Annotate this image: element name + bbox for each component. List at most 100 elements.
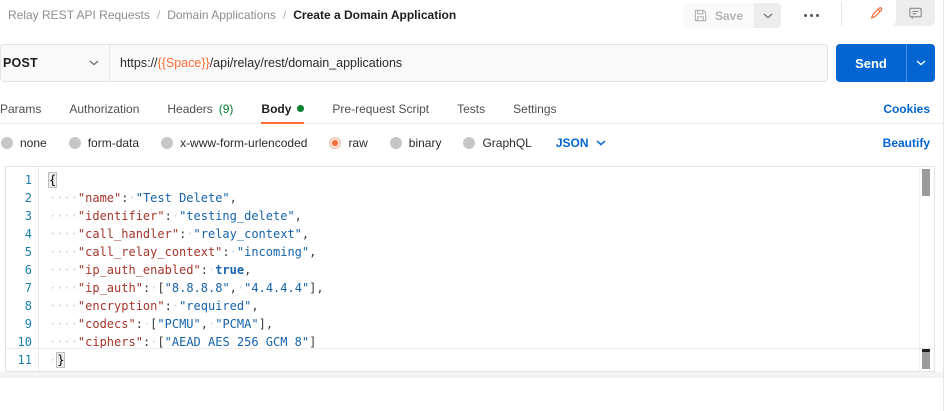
code-line[interactable]: ····"codecs":·["PCMU",·"PCMA"], (49, 315, 918, 333)
breadcrumb-item[interactable]: Domain Applications (167, 8, 276, 22)
more-options-icon (804, 14, 807, 17)
body-mode-label: x-www-form-urlencoded (180, 136, 307, 150)
radio-icon[interactable] (390, 137, 402, 149)
token-pn: , (295, 209, 302, 223)
token-st: "relay_context" (194, 227, 302, 241)
editor-scrollbar-corner-thumb[interactable] (922, 349, 930, 369)
line-number: 1 (6, 171, 38, 189)
save-button-label: Save (715, 9, 743, 23)
language-label: JSON (556, 136, 589, 150)
body-mode-label: binary (409, 136, 442, 150)
token-key: "codecs" (78, 317, 136, 331)
radio-icon[interactable] (161, 137, 173, 149)
breadcrumb-separator: / (283, 8, 286, 22)
tab-authorization[interactable]: Authorization (69, 94, 139, 123)
request-builder-panel: Relay REST API Requests / Domain Applicati… (0, 0, 944, 411)
token-pn: , (201, 317, 208, 331)
editor-scrollbar-track[interactable] (919, 167, 934, 371)
code-line[interactable]: ····"encryption":·"required", (49, 297, 918, 315)
body-mode-graphql[interactable]: GraphQL (463, 136, 531, 150)
breadcrumb-item[interactable]: Relay REST API Requests (8, 8, 150, 22)
code-line[interactable]: ····"identifier":·"testing_delete", (49, 207, 918, 225)
beautify-link[interactable]: Beautify (883, 136, 943, 150)
line-number: 8 (6, 297, 38, 315)
line-number: 2 (6, 189, 38, 207)
line-number: 4 (6, 225, 38, 243)
tab-pre-request-script[interactable]: Pre-request Script (332, 94, 429, 123)
edit-documentation-button[interactable] (857, 0, 896, 26)
method-selector[interactable]: POST (1, 45, 110, 81)
tab-params[interactable]: Params (0, 94, 41, 123)
send-dropdown-button[interactable] (906, 44, 935, 82)
code-line[interactable]: ·} (49, 351, 918, 369)
comments-icon (908, 6, 923, 21)
token-ws: · (129, 191, 136, 205)
tab-body[interactable]: Body (261, 94, 304, 123)
line-number: 11 (6, 351, 38, 369)
editor-scrollbar-thumb[interactable] (922, 169, 930, 196)
body-mode-none[interactable]: none (1, 136, 47, 150)
method-chevron-down-icon (89, 60, 99, 66)
code-editor[interactable]: 1234567891011 {····"name":·"Test Delete"… (5, 166, 935, 372)
chevron-down-icon (763, 13, 773, 19)
url-input[interactable]: https://{{Space}}/api/relay/rest/domain_… (110, 45, 402, 81)
radio-icon[interactable] (1, 137, 13, 149)
method-label: POST (3, 56, 38, 70)
code-line[interactable]: ····"call_handler":·"relay_context", (49, 225, 918, 243)
line-number: 3 (6, 207, 38, 225)
tab-headers[interactable]: Headers(9) (167, 94, 233, 123)
token-key: "name" (78, 191, 121, 205)
body-mode-form-data[interactable]: form-data (69, 136, 139, 150)
token-ws: · (172, 299, 179, 313)
tab-tests[interactable]: Tests (457, 94, 485, 123)
code-area[interactable]: {····"name":·"Test Delete",····"identifi… (40, 167, 918, 371)
code-line[interactable]: ····"call_relay_context":·"incoming", (49, 243, 918, 261)
radio-icon[interactable] (463, 137, 475, 149)
breadcrumb: Relay REST API Requests / Domain Applicati… (8, 0, 456, 30)
token-key: "call_relay_context" (78, 245, 223, 259)
radio-icon[interactable] (329, 137, 341, 149)
body-mode-raw[interactable]: raw (329, 136, 367, 150)
line-number-gutter: 1234567891011 (6, 167, 39, 371)
tab-label: Tests (457, 102, 485, 116)
body-mode-label: form-data (88, 136, 139, 150)
cookies-link[interactable]: Cookies (883, 102, 943, 116)
send-button[interactable]: Send (836, 44, 906, 82)
token-pn: [ (157, 335, 164, 349)
tab-label: Headers (167, 102, 212, 116)
more-options-button[interactable] (797, 3, 826, 28)
save-button[interactable]: Save (683, 3, 753, 28)
line-number: 5 (6, 243, 38, 261)
token-ws: · (172, 209, 179, 223)
tab-settings[interactable]: Settings (513, 94, 556, 123)
breadcrumb-item[interactable]: Create a Domain Application (293, 8, 456, 22)
language-selector[interactable]: JSON (556, 136, 606, 150)
token-pn: : (165, 299, 172, 313)
url-environment-variable: {{Space}} (158, 56, 210, 70)
save-dropdown-button[interactable] (754, 3, 781, 28)
code-line[interactable]: { (49, 171, 918, 189)
token-pn: : (121, 191, 128, 205)
token-ws: ···· (49, 335, 78, 349)
radio-icon[interactable] (69, 137, 81, 149)
token-bh: } (57, 353, 64, 367)
editor-bottom-band (0, 372, 943, 378)
send-button-label: Send (855, 56, 887, 71)
code-line[interactable]: ····"ip_auth":·["8.8.8.8",·"4.4.4.4"], (49, 279, 918, 297)
comments-button[interactable] (896, 0, 935, 26)
token-pn: ], (309, 281, 323, 295)
token-pn: , (309, 245, 316, 259)
body-mode-selector: none form-data x-www-form-urlencoded raw bin… (1, 130, 943, 156)
token-st: "required" (179, 299, 251, 313)
token-ws: · (186, 227, 193, 241)
token-key: "call_handler" (78, 227, 179, 241)
code-line[interactable]: ····"ip_auth_enabled":·true, (49, 261, 918, 279)
topbar-actions: Save (683, 0, 935, 28)
body-mode-x-www-form-urlencoded[interactable]: x-www-form-urlencoded (161, 136, 307, 150)
token-st: "4.4.4.4" (244, 281, 309, 295)
code-line[interactable]: ····"name":·"Test Delete", (49, 189, 918, 207)
line-number: 7 (6, 279, 38, 297)
token-key: "identifier" (78, 209, 165, 223)
body-mode-binary[interactable]: binary (390, 136, 442, 150)
tab-label: Settings (513, 102, 556, 116)
